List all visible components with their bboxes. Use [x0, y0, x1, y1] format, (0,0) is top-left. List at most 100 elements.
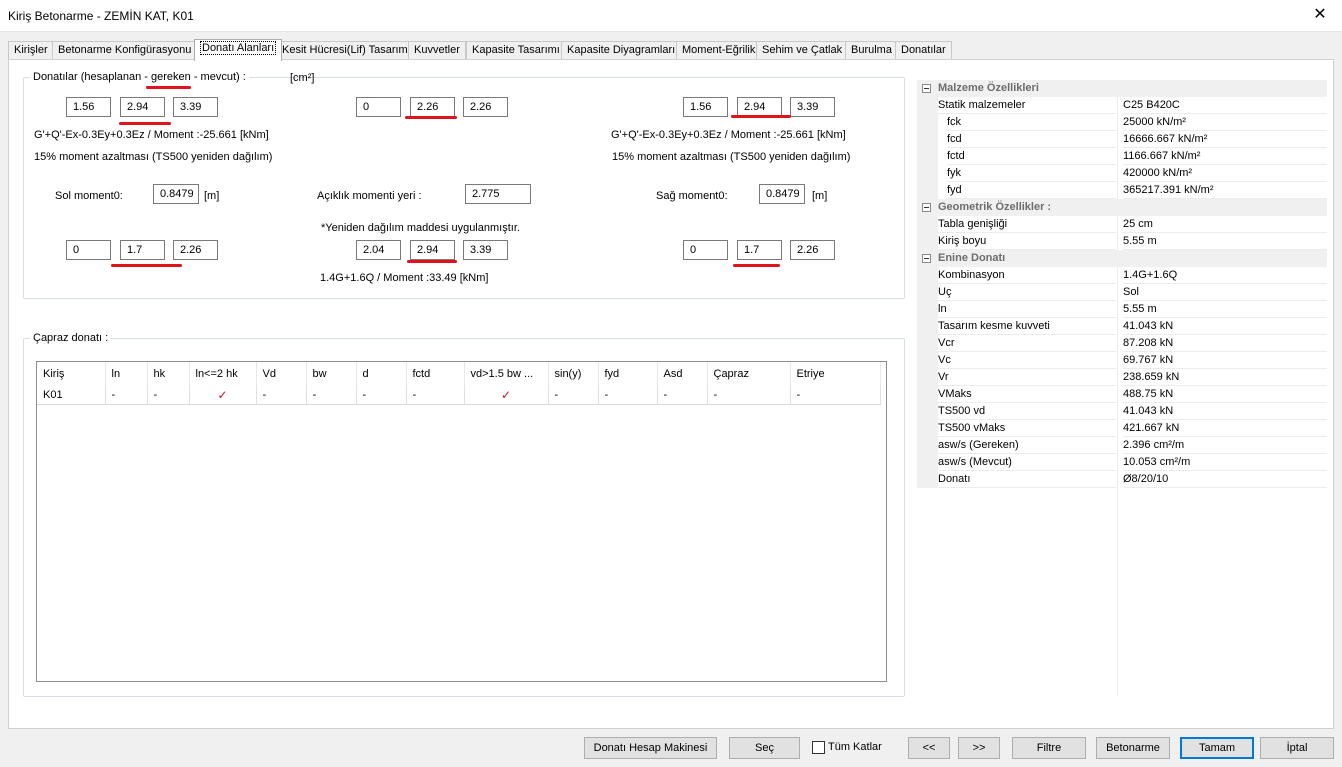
aciklik-momenti-value[interactable]: 2.775 — [465, 184, 531, 204]
property-row[interactable]: fck 25000 kN/m² — [917, 114, 1327, 131]
tum-katlar-checkbox[interactable] — [812, 741, 825, 754]
bot-mid-mevcut[interactable]: 3.39 — [463, 240, 508, 260]
previous-button[interactable]: << — [908, 737, 950, 759]
property-row[interactable]: Vc 69.767 kN — [917, 352, 1327, 369]
bot-right-gereken[interactable]: 1.7 — [737, 240, 782, 260]
property-row[interactable]: Vr 238.659 kN — [917, 369, 1327, 386]
table-cell[interactable]: - — [657, 386, 708, 405]
check-icon[interactable]: ✓ — [189, 386, 257, 405]
bot-left-gereken[interactable]: 1.7 — [120, 240, 165, 260]
table-cell[interactable]: - — [548, 386, 599, 405]
tab-moment-egrilik[interactable]: Moment-Eğrilik — [676, 41, 762, 60]
tab-burulma[interactable]: Burulma — [845, 41, 898, 60]
table-cell[interactable]: - — [707, 386, 791, 405]
tab-donatilar[interactable]: Donatılar — [895, 41, 952, 60]
property-row[interactable]: Donatı Ø8/20/10 — [917, 471, 1327, 488]
tum-katlar-label[interactable]: Tüm Katlar — [828, 741, 882, 753]
capraz-donati-grid[interactable]: Kiriş ln hk ln<=2 hk Vd bw d fctd vd>1.5… — [36, 361, 887, 682]
tab-kuvvetler[interactable]: Kuvvetler — [408, 41, 466, 60]
property-row[interactable]: TS500 vMaks 421.667 kN — [917, 420, 1327, 437]
table-cell[interactable]: - — [147, 386, 190, 405]
tab-sehim-ve-catlak[interactable]: Sehim ve Çatlak — [756, 41, 849, 60]
property-row[interactable]: Kombinasyon 1.4G+1.6Q — [917, 267, 1327, 284]
col-header[interactable]: Asd — [657, 362, 708, 386]
property-row[interactable]: VMaks 488.75 kN — [917, 386, 1327, 403]
top-mid-mevcut[interactable]: 2.26 — [463, 97, 508, 117]
property-row[interactable]: Kiriş boyu 5.55 m — [917, 233, 1327, 250]
bot-right-mevcut[interactable]: 2.26 — [790, 240, 835, 260]
col-header[interactable]: sin(y) — [548, 362, 599, 386]
donati-hesap-makinesi-button[interactable]: Donatı Hesap Makinesi — [584, 737, 717, 759]
property-row[interactable]: Vcr 87.208 kN — [917, 335, 1327, 352]
category-geometrik-ozellikler[interactable]: Geometrik Özellikler : — [917, 199, 1327, 216]
bot-left-mevcut[interactable]: 2.26 — [173, 240, 218, 260]
table-row[interactable]: K01 - - ✓ - - - - ✓ - - - - - — [37, 386, 881, 405]
table-cell[interactable]: - — [105, 386, 148, 405]
top-left-hesaplanan[interactable]: 1.56 — [66, 97, 111, 117]
col-header[interactable]: hk — [147, 362, 190, 386]
top-right-gereken[interactable]: 2.94 — [737, 97, 782, 117]
property-row[interactable]: ln 5.55 m — [917, 301, 1327, 318]
tamam-button[interactable]: Tamam — [1180, 737, 1254, 759]
table-cell[interactable]: K01 — [37, 386, 106, 405]
table-cell[interactable]: - — [790, 386, 881, 405]
property-row[interactable]: Tasarım kesme kuvveti 41.043 kN — [917, 318, 1327, 335]
check-icon[interactable]: ✓ — [464, 386, 549, 405]
bot-mid-hesaplanan[interactable]: 2.04 — [356, 240, 401, 260]
property-row[interactable]: asw/s (Mevcut) 10.053 cm²/m — [917, 454, 1327, 471]
collapse-icon[interactable] — [922, 203, 931, 212]
tab-kesit-hucresi[interactable]: Kesit Hücresi(Lif) Tasarımı — [276, 41, 417, 60]
close-icon[interactable]: ✕ — [1310, 6, 1330, 24]
tab-betonarme-konfigurasyonu[interactable]: Betonarme Konfigürasyonu — [52, 41, 198, 60]
tab-kapasite-tasarimi[interactable]: Kapasite Tasarımı — [466, 41, 566, 60]
col-header[interactable]: Kiriş — [37, 362, 106, 386]
table-cell[interactable]: - — [356, 386, 407, 405]
top-left-gereken[interactable]: 2.94 — [120, 97, 165, 117]
col-header[interactable]: fctd — [406, 362, 465, 386]
col-header[interactable]: Vd — [256, 362, 307, 386]
top-mid-gereken[interactable]: 2.26 — [410, 97, 455, 117]
sec-button[interactable]: Seç — [729, 737, 800, 759]
property-row[interactable]: asw/s (Gereken) 2.396 cm²/m — [917, 437, 1327, 454]
collapse-icon[interactable] — [922, 254, 931, 263]
col-header[interactable]: fyd — [598, 362, 658, 386]
top-left-mevcut[interactable]: 3.39 — [173, 97, 218, 117]
col-header[interactable]: vd>1.5 bw ... — [464, 362, 549, 386]
col-header[interactable]: ln — [105, 362, 148, 386]
property-row[interactable]: Tabla genişliği 25 cm — [917, 216, 1327, 233]
tab-kirisler[interactable]: Kirişler — [8, 41, 54, 60]
filtre-button[interactable]: Filtre — [1012, 737, 1086, 759]
bot-mid-gereken[interactable]: 2.94 — [410, 240, 455, 260]
category-enine-donati[interactable]: Enine Donatı — [917, 250, 1327, 267]
sag-moment0-value[interactable]: 0.8479 — [759, 184, 805, 204]
property-grid[interactable]: Malzeme Özellikleri Statik malzemeler C25… — [917, 80, 1327, 696]
table-cell[interactable]: - — [598, 386, 658, 405]
property-row[interactable]: fyk 420000 kN/m² — [917, 165, 1327, 182]
tab-kapasite-diyagramlari[interactable]: Kapasite Diyagramları — [561, 41, 682, 60]
property-row[interactable]: fyd 365217.391 kN/m² — [917, 182, 1327, 199]
top-mid-hesaplanan[interactable]: 0 — [356, 97, 401, 117]
col-header[interactable]: d — [356, 362, 407, 386]
top-right-mevcut[interactable]: 3.39 — [790, 97, 835, 117]
table-cell[interactable]: - — [306, 386, 357, 405]
property-row[interactable]: fcd 16666.667 kN/m² — [917, 131, 1327, 148]
iptal-button[interactable]: İptal — [1260, 737, 1334, 759]
col-header[interactable]: ln<=2 hk — [189, 362, 257, 386]
betonarme-button[interactable]: Betonarme — [1096, 737, 1170, 759]
col-header[interactable]: Çapraz — [707, 362, 791, 386]
property-row[interactable]: Uç Sol — [917, 284, 1327, 301]
property-row[interactable]: Statik malzemeler C25 B420C — [917, 97, 1327, 114]
next-button[interactable]: >> — [958, 737, 1000, 759]
category-malzeme-ozellikleri[interactable]: Malzeme Özellikleri — [917, 80, 1327, 97]
tab-donati-alanlari[interactable]: Donatı Alanları — [194, 39, 283, 61]
bot-left-hesaplanan[interactable]: 0 — [66, 240, 111, 260]
col-header[interactable]: Etriye — [790, 362, 881, 386]
property-row[interactable]: fctd 1166.667 kN/m² — [917, 148, 1327, 165]
col-header[interactable]: bw — [306, 362, 357, 386]
sol-moment0-value[interactable]: 0.8479 — [153, 184, 199, 204]
table-cell[interactable]: - — [406, 386, 465, 405]
top-right-hesaplanan[interactable]: 1.56 — [683, 97, 728, 117]
collapse-icon[interactable] — [922, 84, 931, 93]
property-row[interactable]: TS500 vd 41.043 kN — [917, 403, 1327, 420]
table-cell[interactable]: - — [256, 386, 307, 405]
